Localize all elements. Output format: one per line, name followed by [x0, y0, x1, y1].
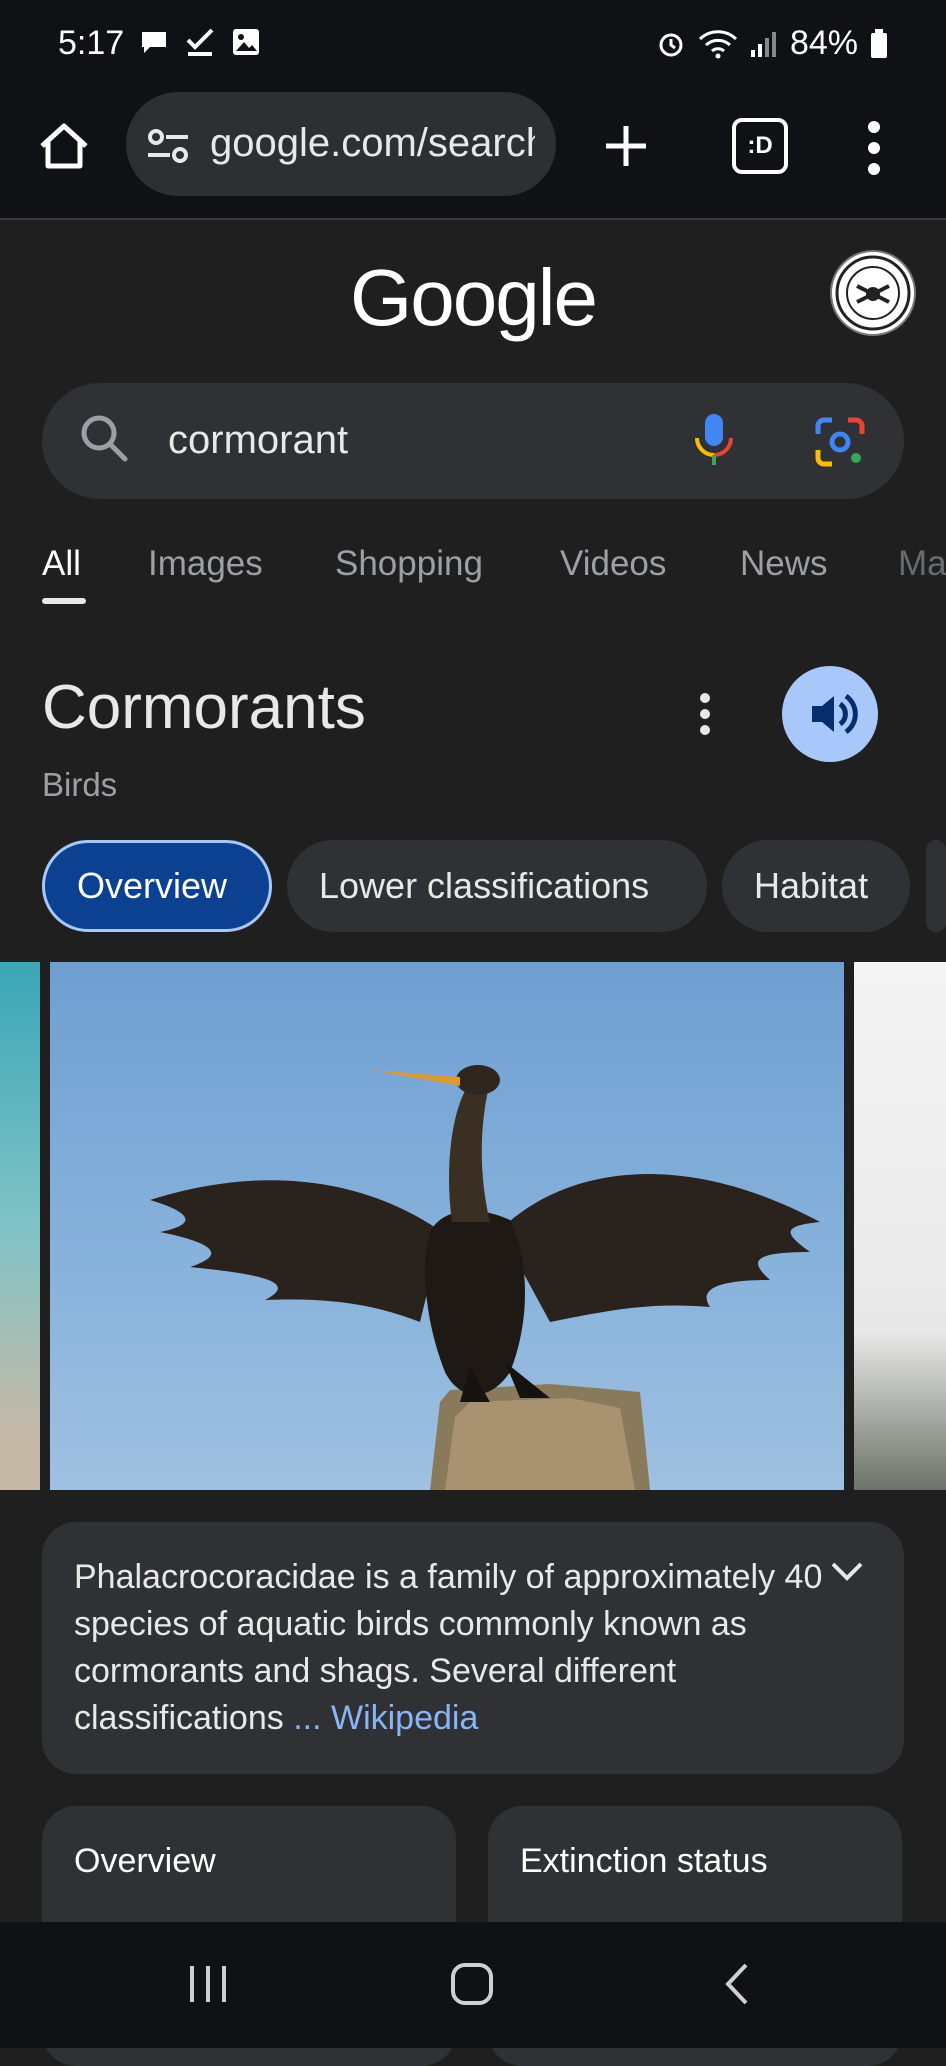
search-input[interactable]: cormorant	[168, 418, 348, 463]
carousel-image-next[interactable]	[854, 962, 946, 1490]
battery-level: 84%	[789, 24, 858, 62]
site-settings-icon[interactable]	[146, 126, 190, 166]
chip-lower-classifications[interactable]: Lower classifications	[287, 840, 707, 932]
voice-search-icon[interactable]	[692, 412, 736, 468]
signal-icon	[750, 31, 776, 57]
tab-maps[interactable]: Ma	[898, 544, 946, 584]
chevron-down-icon[interactable]	[830, 1560, 864, 1584]
chip-more[interactable]	[926, 840, 946, 932]
new-tab-icon[interactable]	[598, 118, 654, 174]
knowledge-panel-subtitle: Birds	[42, 766, 118, 803]
status-time: 5:17	[58, 24, 125, 62]
more-menu-icon[interactable]	[866, 120, 882, 176]
tab-news[interactable]: News	[740, 544, 828, 584]
pronunciation-button[interactable]	[782, 666, 878, 762]
carousel-image-cormorant[interactable]	[50, 962, 844, 1490]
overview-card-title: Overview	[74, 1842, 216, 1880]
tab-videos[interactable]: Videos	[560, 544, 666, 584]
tab-shopping[interactable]: Shopping	[335, 544, 483, 584]
tab-images[interactable]: Images	[148, 544, 263, 584]
cormorant-photo	[150, 1065, 820, 1490]
url-text[interactable]: google.com/search	[210, 121, 535, 166]
description-text: Phalacrocoracidae is a family of approxi…	[74, 1554, 834, 1742]
wifi-icon	[698, 29, 737, 58]
recent-apps-icon[interactable]	[186, 1962, 230, 2006]
panel-more-icon[interactable]	[698, 692, 712, 736]
checkmark-icon	[186, 28, 214, 56]
image-icon	[233, 29, 259, 55]
home-nav-icon[interactable]	[450, 1962, 494, 2006]
home-icon[interactable]	[36, 118, 92, 174]
chip-overview[interactable]: Overview	[42, 840, 272, 932]
alarm-icon	[659, 33, 683, 56]
lens-search-icon[interactable]	[814, 416, 866, 468]
chip-habitat[interactable]: Habitat	[722, 840, 910, 932]
notification-icons	[138, 26, 262, 58]
tab-all[interactable]: All	[42, 544, 81, 584]
avatar-logo-icon	[835, 255, 911, 331]
tab-active-indicator	[42, 598, 86, 604]
speaker-icon	[812, 693, 858, 735]
system-icons: 84%	[656, 24, 946, 63]
google-logo[interactable]: Google	[350, 252, 598, 344]
extinction-status-card-title: Extinction status	[520, 1842, 768, 1880]
chat-bubble-icon	[142, 32, 166, 53]
account-avatar[interactable]	[830, 250, 916, 336]
battery-icon	[871, 28, 887, 58]
navigation-bar	[0, 1922, 946, 2048]
back-icon[interactable]	[722, 1962, 752, 2006]
tab-switcher-button[interactable]: :D	[732, 118, 788, 174]
carousel-image-previous[interactable]	[0, 962, 40, 1490]
wikipedia-link[interactable]: ... Wikipedia	[293, 1699, 478, 1737]
knowledge-panel-title: Cormorants	[42, 673, 366, 742]
search-icon	[81, 415, 128, 462]
